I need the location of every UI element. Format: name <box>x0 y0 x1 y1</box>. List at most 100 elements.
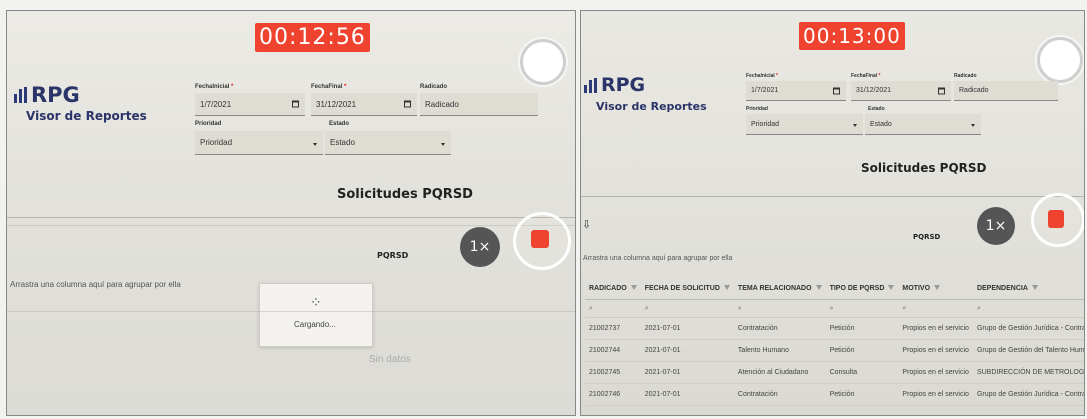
logo-icon <box>14 87 27 103</box>
cell-fecha: 2021-07-01 <box>640 317 734 340</box>
prioridad-select[interactable]: Prioridad <box>195 131 323 155</box>
chevron-down-icon <box>313 142 317 146</box>
loading-text: Cargando... <box>294 320 336 329</box>
section-title: Solicitudes PQRSD <box>337 187 473 202</box>
app-subtitle: Visor de Reportes <box>26 109 147 123</box>
radicado-label: Radicado <box>954 73 977 79</box>
search-icon[interactable]: ⌕ <box>733 299 826 318</box>
cell-tipo: Consulta <box>825 361 899 384</box>
cell-radicado: 21002737 <box>585 317 641 340</box>
capture-button[interactable] <box>1037 37 1083 83</box>
divider <box>7 225 575 226</box>
chevron-down-icon <box>971 124 975 127</box>
fecha-final-input[interactable]: 31/12/2021 <box>311 93 417 116</box>
radicado-label: Radicado <box>420 84 448 90</box>
filter-icon[interactable] <box>630 285 637 291</box>
spinner-icon: ⁘ <box>310 294 322 310</box>
column-header[interactable]: TEMA RELACIONADO <box>733 277 826 300</box>
cell-tema: Talento Humano <box>733 339 826 362</box>
calendar-icon[interactable] <box>404 100 411 108</box>
fecha-inicial-input[interactable]: 1/7/2021 <box>746 81 846 101</box>
search-icon[interactable]: ⌕ <box>640 299 734 318</box>
cell-tipo: Petición <box>825 317 899 340</box>
fecha-inicial-label: FechaInicial * <box>195 84 234 90</box>
table-row[interactable]: 21002746 2021-07-01 Contratación Petició… <box>585 383 1084 406</box>
loading-panel: ⁘ Cargando... <box>259 283 373 347</box>
filter-icon[interactable] <box>934 285 941 291</box>
stop-icon <box>531 230 549 248</box>
cell-dependencia: SUBDIRECCIÓN DE METROLOGÍA FÍSICA <box>972 361 1084 384</box>
filter-icon[interactable] <box>815 285 822 291</box>
fecha-inicial-input[interactable]: 1/7/2021 <box>195 93 305 116</box>
prioridad-select[interactable]: Prioridad <box>746 114 863 135</box>
column-header[interactable]: FECHA DE SOLICITUD <box>640 277 734 300</box>
recording-timer: 00:12:56 <box>255 23 370 52</box>
estado-select[interactable]: Estado <box>865 114 981 135</box>
export-icon[interactable]: ⇩ <box>582 218 591 231</box>
fecha-final-label: FechaFinal * <box>311 84 347 90</box>
group-hint: Arrastra una columna aquí para agrupar p… <box>583 255 733 262</box>
cell-radicado: 21002744 <box>585 339 641 362</box>
estado-label: Estado <box>868 106 885 112</box>
divider <box>7 217 575 218</box>
cell-radicado: 21002745 <box>585 361 641 384</box>
right-screenshot-panel: 00:13:00 RPG Visor de Reportes FechaInic… <box>580 10 1085 416</box>
filter-row: ⌕ ⌕ ⌕ ⌕ ⌕ ⌕ <box>585 299 1084 318</box>
grid-title: PQRSD <box>913 233 941 241</box>
cell-motivo: Propios en el servicio <box>898 383 973 406</box>
cell-tipo: Petición <box>825 339 899 362</box>
cell-motivo: Propios en el servicio <box>898 361 973 384</box>
grid-title: PQRSD <box>377 251 409 260</box>
logo-icon <box>584 78 597 93</box>
brand-name: RPG <box>31 83 80 107</box>
column-header[interactable]: RADICADO <box>585 277 641 300</box>
cell-tipo: Petición <box>825 383 899 406</box>
cell-dependencia: Grupo de Gestión Jurídica - Contratación <box>972 383 1084 406</box>
table-header-row: RADICADO FECHA DE SOLICITUD TEMA RELACIO… <box>585 277 1084 300</box>
no-data-text: Sin datos <box>369 354 411 365</box>
estado-select[interactable]: Estado <box>325 131 451 155</box>
radicado-input[interactable]: Radicado <box>954 81 1058 101</box>
search-icon[interactable]: ⌕ <box>972 299 1084 318</box>
chevron-down-icon <box>441 142 445 146</box>
estado-label: Estado <box>329 121 350 127</box>
prioridad-label: Prioridad <box>746 106 768 112</box>
filter-icon[interactable] <box>723 285 730 291</box>
search-icon[interactable]: ⌕ <box>898 299 973 318</box>
section-title: Solicitudes PQRSD <box>861 161 987 175</box>
column-header[interactable]: DEPENDENCIA <box>972 277 1084 300</box>
cell-fecha: 2021-07-01 <box>640 361 734 384</box>
calendar-icon[interactable] <box>833 87 840 94</box>
filter-icon[interactable] <box>888 285 895 291</box>
stop-icon <box>1048 210 1064 228</box>
fecha-final-input[interactable]: 31/12/2021 <box>851 81 951 101</box>
speed-indicator[interactable]: 1× <box>977 207 1015 245</box>
calendar-icon[interactable] <box>292 100 299 108</box>
cell-radicado: 21002746 <box>585 383 641 406</box>
divider <box>581 196 1084 197</box>
column-header[interactable]: TIPO DE PQRSD <box>825 277 899 300</box>
chevron-down-icon <box>853 124 857 127</box>
cell-tema: Atención al Ciudadano <box>733 361 826 384</box>
table-row[interactable]: 21002745 2021-07-01 Atención al Ciudadan… <box>585 361 1084 384</box>
calendar-icon[interactable] <box>938 87 945 94</box>
fecha-inicial-label: FechaInicial * <box>746 73 778 79</box>
speed-indicator[interactable]: 1× <box>460 227 500 267</box>
prioridad-label: Prioridad <box>195 121 222 127</box>
divider <box>7 311 575 312</box>
radicado-input[interactable]: Radicado <box>420 93 538 116</box>
fecha-final-label: FechaFinal * <box>851 73 881 79</box>
filter-icon[interactable] <box>1031 285 1038 291</box>
table-row[interactable]: 21002744 2021-07-01 Talento Humano Petic… <box>585 339 1084 362</box>
table-row[interactable]: 21002737 2021-07-01 Contratación Petició… <box>585 317 1084 340</box>
cell-dependencia: Grupo de Gestión Jurídica - Contratación <box>972 317 1084 340</box>
cell-fecha: 2021-07-01 <box>640 383 734 406</box>
recording-timer: 00:13:00 <box>799 22 905 50</box>
pqrsd-table: RADICADO FECHA DE SOLICITUD TEMA RELACIO… <box>585 277 1084 406</box>
cell-motivo: Propios en el servicio <box>898 339 973 362</box>
column-header[interactable]: MOTIVO <box>898 277 973 300</box>
search-icon[interactable]: ⌕ <box>585 299 641 318</box>
cell-dependencia: Grupo de Gestión del Talento Humano <box>972 339 1084 362</box>
search-icon[interactable]: ⌕ <box>825 299 899 318</box>
capture-button[interactable] <box>520 39 566 85</box>
